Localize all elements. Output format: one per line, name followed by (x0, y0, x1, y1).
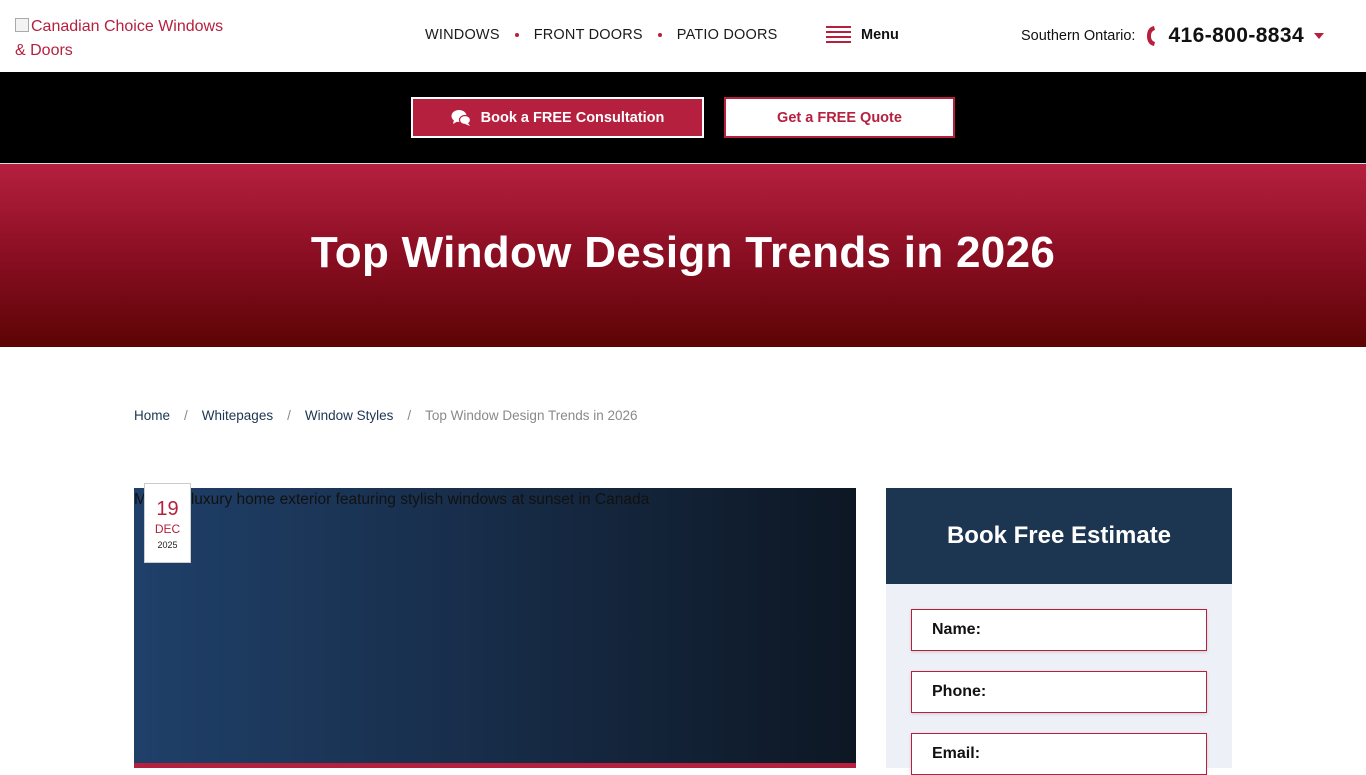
nav-windows[interactable]: WINDOWS (425, 27, 500, 43)
date-year: 2025 (157, 540, 178, 550)
breadcrumb-separator: / (184, 408, 188, 423)
image-accent-bar (134, 763, 856, 768)
breadcrumb-window-styles[interactable]: Window Styles (305, 408, 394, 423)
book-consultation-button[interactable]: Book a FREE Consultation (411, 97, 704, 138)
phone-icon (1147, 26, 1156, 46)
date-month: DEC (154, 522, 181, 536)
site-header: Canadian Choice Windows & Doors WINDOWS … (0, 0, 1366, 72)
estimate-form: Book Free Estimate Name: Phone: Email: (886, 488, 1232, 775)
phone-number-link[interactable]: 416-800-8834 (1168, 24, 1304, 48)
email-label: Email: (932, 745, 981, 762)
breadcrumb-home[interactable]: Home (134, 408, 170, 423)
estimate-title: Book Free Estimate (946, 522, 1172, 549)
phone-label: Phone: (932, 683, 987, 700)
chat-bubbles-icon (451, 109, 471, 126)
name-label: Name: (932, 621, 981, 638)
logo-alt-text: Canadian Choice Windows & Doors (15, 18, 224, 59)
hamburger-icon (826, 26, 851, 43)
email-field[interactable]: Email: (911, 733, 1207, 775)
cta-bar: Book a FREE Consultation Get a FREE Quot… (0, 72, 1366, 163)
name-field[interactable]: Name: (911, 609, 1207, 651)
page-title: Top Window Design Trends in 2026 (310, 228, 1056, 277)
nav-separator-dot (514, 33, 519, 37)
consult-label: Book a FREE Consultation (480, 109, 665, 126)
hero-banner: Top Window Design Trends in 2026 (0, 163, 1366, 347)
nav-patio-doors[interactable]: PATIO DOORS (677, 27, 778, 43)
main-nav: WINDOWS FRONT DOORS PATIO DOORS (425, 27, 778, 43)
get-quote-button[interactable]: Get a FREE Quote (724, 97, 955, 138)
estimate-header: Book Free Estimate (886, 488, 1232, 584)
phone-field[interactable]: Phone: (911, 671, 1207, 713)
quote-label: Get a FREE Quote (777, 109, 902, 126)
broken-image-icon (15, 18, 29, 32)
breadcrumb: Home / Whitepages / Window Styles / Top … (134, 408, 638, 423)
phone-contact: Southern Ontario: 416-800-8834 (1021, 22, 1325, 50)
article-featured-image: Modern luxury home exterior featuring st… (134, 488, 856, 763)
breadcrumb-separator: / (407, 408, 412, 423)
nav-separator-dot (657, 33, 662, 37)
site-logo[interactable]: Canadian Choice Windows & Doors (15, 15, 235, 63)
image-alt-text: Modern luxury home exterior featuring st… (134, 491, 650, 508)
nav-front-doors[interactable]: FRONT DOORS (534, 27, 643, 43)
post-date-badge: 19 DEC 2025 (144, 483, 191, 563)
breadcrumb-separator: / (287, 408, 291, 423)
date-day: 19 (156, 498, 179, 520)
chevron-down-icon[interactable] (1314, 33, 1325, 39)
breadcrumb-current: Top Window Design Trends in 2026 (425, 408, 638, 423)
breadcrumb-whitepages[interactable]: Whitepages (202, 408, 273, 423)
menu-button[interactable]: Menu (826, 26, 899, 43)
menu-label: Menu (861, 26, 899, 43)
region-label: Southern Ontario: (1021, 28, 1136, 44)
